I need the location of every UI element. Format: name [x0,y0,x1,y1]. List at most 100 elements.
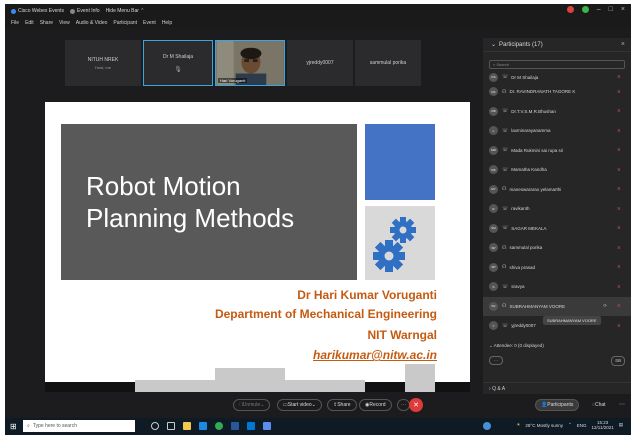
phone-icon: ☏ [502,74,509,80]
menu-participant[interactable]: Participant [113,20,137,26]
word-icon[interactable] [231,422,239,430]
avatar: MR [489,145,498,155]
video-tile[interactable]: Dr M Shailaja 🎙 [143,40,213,86]
muted-mic-icon[interactable]: ⨯ [617,128,621,134]
video-tile[interactable]: NITUH NREK Host, me [65,40,141,86]
info-icon [70,8,76,14]
webex-taskbar-icon[interactable] [263,422,271,430]
participant-row[interactable]: MR ☏ Mada Rukmini sai rupa sri ⨯ [483,141,631,161]
slide-title-line2: Planning Methods [86,203,295,233]
participant-row[interactable]: SP ☊ shiva prasad ⨯ [483,258,631,278]
avatar: L [489,126,498,136]
muted-mic-icon[interactable]: ⨯ [617,264,621,270]
meeting-controls: 🎙̸ Unmute ⌄ ▭ Start video ⌄ ⇪ Share ◉ Re… [5,396,631,414]
screen-overlay-block [215,368,285,380]
muted-mic-icon[interactable]: ⨯ [617,108,621,114]
participant-name-tooltip: SUBRAHMANYAM VOORE [543,316,601,325]
hide-menu-bar-button[interactable]: Hide Menu Bar ⌃ [106,8,145,14]
headset-icon: ☊ [502,303,507,310]
slide-gear-block [365,206,435,280]
participant-search-input[interactable]: ⌕ Search [489,60,625,69]
notifications-icon[interactable]: ▤ [619,422,623,428]
participant-row[interactable]: MK ☏ Mamatha Kandha ⨯ [483,160,631,180]
windows-start-icon[interactable]: ⊞ [10,422,17,431]
avatar: SP [489,262,498,272]
participant-row[interactable]: L ☏ laxminarayanamma ⨯ [483,121,631,141]
close-panel-icon[interactable]: × [621,41,625,48]
cortana-icon[interactable] [151,422,159,430]
attendee-section-header[interactable]: ⌄ Attendee: 0 (0 displayed) [489,343,544,349]
leave-meeting-button[interactable]: ✕ [409,398,423,412]
phone-icon: ☏ [502,322,509,329]
muted-mic-icon[interactable]: ⨯ [617,74,621,80]
qa-panel-header[interactable]: › Q & A [483,382,631,394]
menu-file[interactable]: File [11,20,19,26]
search-icon: ⌕ [27,423,30,429]
participants-toggle-button[interactable]: 👤 Participants [535,399,580,411]
muted-mic-icon[interactable]: ⨯ [617,323,621,329]
mail-icon[interactable] [247,422,255,430]
muted-mic-icon[interactable]: ⨯ [617,147,621,153]
participant-row[interactable]: SP ☊ sammulal porika ⨯ [483,238,631,258]
video-tile[interactable]: sammulal porika [355,40,421,86]
participant-row[interactable]: DS ☏ Dr M Shailaja ⨯ [483,72,631,82]
tray-chevron-up-icon[interactable]: ⌃ [568,422,572,428]
muted-mic-icon[interactable]: ⨯ [617,89,621,95]
participant-row[interactable]: SM ☏ SAGAR MEKALA ⨯ [483,219,631,239]
phone-icon: ☏ [502,205,509,212]
phone-icon: ☏ [502,127,509,134]
maximize-icon[interactable]: □ [609,6,613,13]
title-bar: Cisco Webex Events Event Info Hide Menu … [5,4,631,18]
slide-department: Department of Mechanical Engineering [214,307,437,321]
clock[interactable]: 15:23 12/11/2021 [592,420,614,430]
menu-view[interactable]: View [59,20,70,26]
panel-options-button[interactable]: ⌨ [611,356,625,366]
unmute-button[interactable]: 🎙̸ Unmute ⌄ [233,399,271,411]
participants-panel-header[interactable]: ⌄ Participants (17) [483,38,631,52]
avatar: MY [489,184,498,194]
muted-mic-icon[interactable]: ⨯ [617,186,621,192]
event-info-button[interactable]: Event Info [70,8,100,14]
close-icon[interactable]: × [621,6,625,13]
webex-tray-icon[interactable] [483,422,491,430]
windows-taskbar: ⊞ ⌕ Type here to search ☀ 28°C Mostly su… [5,418,631,435]
participant-row[interactable]: MY ☊ maneswararao yelamarthi ⨯ [483,180,631,200]
chrome-icon[interactable] [215,422,223,430]
attendee-options-dropdown[interactable]: ⋯ [489,356,503,365]
shared-screen[interactable]: Robot Motion Planning Methods Dr Hari Ku… [45,102,470,392]
menu-audio-video[interactable]: Audio & Video [76,20,108,26]
file-explorer-icon[interactable] [183,422,191,430]
muted-mic-icon[interactable]: ⨯ [617,206,621,212]
participant-row[interactable]: DK ☊ Dr. RAVINDRANATH TAGORE K ⨯ [483,82,631,102]
muted-mic-icon[interactable]: ⨯ [617,303,621,309]
share-button[interactable]: ⇪ Share [327,399,357,411]
taskbar-search-input[interactable]: ⌕ Type here to search [23,420,135,432]
headset-icon: ☊ [502,88,507,95]
record-button[interactable]: ◉ Record [359,399,392,411]
menu-share[interactable]: Share [40,20,53,26]
muted-mic-icon[interactable]: ⨯ [617,225,621,231]
minimize-icon[interactable]: – [597,6,601,13]
chat-toggle-button[interactable]: ◌ Chat [587,399,611,411]
muted-mic-icon[interactable]: ⨯ [617,167,621,173]
participant-row[interactable]: SV ☊ SUBRAHMANYAM VOORE ⟳ ⨯ [483,296,631,316]
window-controls: – □ × [566,6,625,13]
participants-panel-title: Participants (17) [499,41,543,48]
language-indicator[interactable]: ENG [577,423,587,428]
video-tile-camera[interactable]: Hari Voruganti [215,40,285,86]
weather-text[interactable]: 28°C Mostly sunny [525,423,563,428]
participant-row[interactable]: R ☏ ravikanth ⨯ [483,199,631,219]
task-view-icon[interactable] [167,422,175,430]
participant-row[interactable]: DB ☏ Dr.T.V.S.M.R.Bhushan ⨯ [483,102,631,122]
participant-row[interactable]: S ☏ sravya ⨯ [483,277,631,297]
menu-help[interactable]: Help [162,20,172,26]
menu-event[interactable]: Event [143,20,156,26]
edge-browser-icon[interactable] [199,422,207,430]
video-tile[interactable]: yjreddy0007 [287,40,353,86]
menu-edit[interactable]: Edit [25,20,34,26]
muted-mic-icon[interactable]: ⨯ [617,245,621,251]
more-panels-icon[interactable]: ⋯ [619,401,625,408]
more-options-icon[interactable]: ⟳ [603,303,607,309]
muted-mic-icon[interactable]: ⨯ [617,284,621,290]
start-video-button[interactable]: ▭ Start video ⌄ [277,399,322,411]
